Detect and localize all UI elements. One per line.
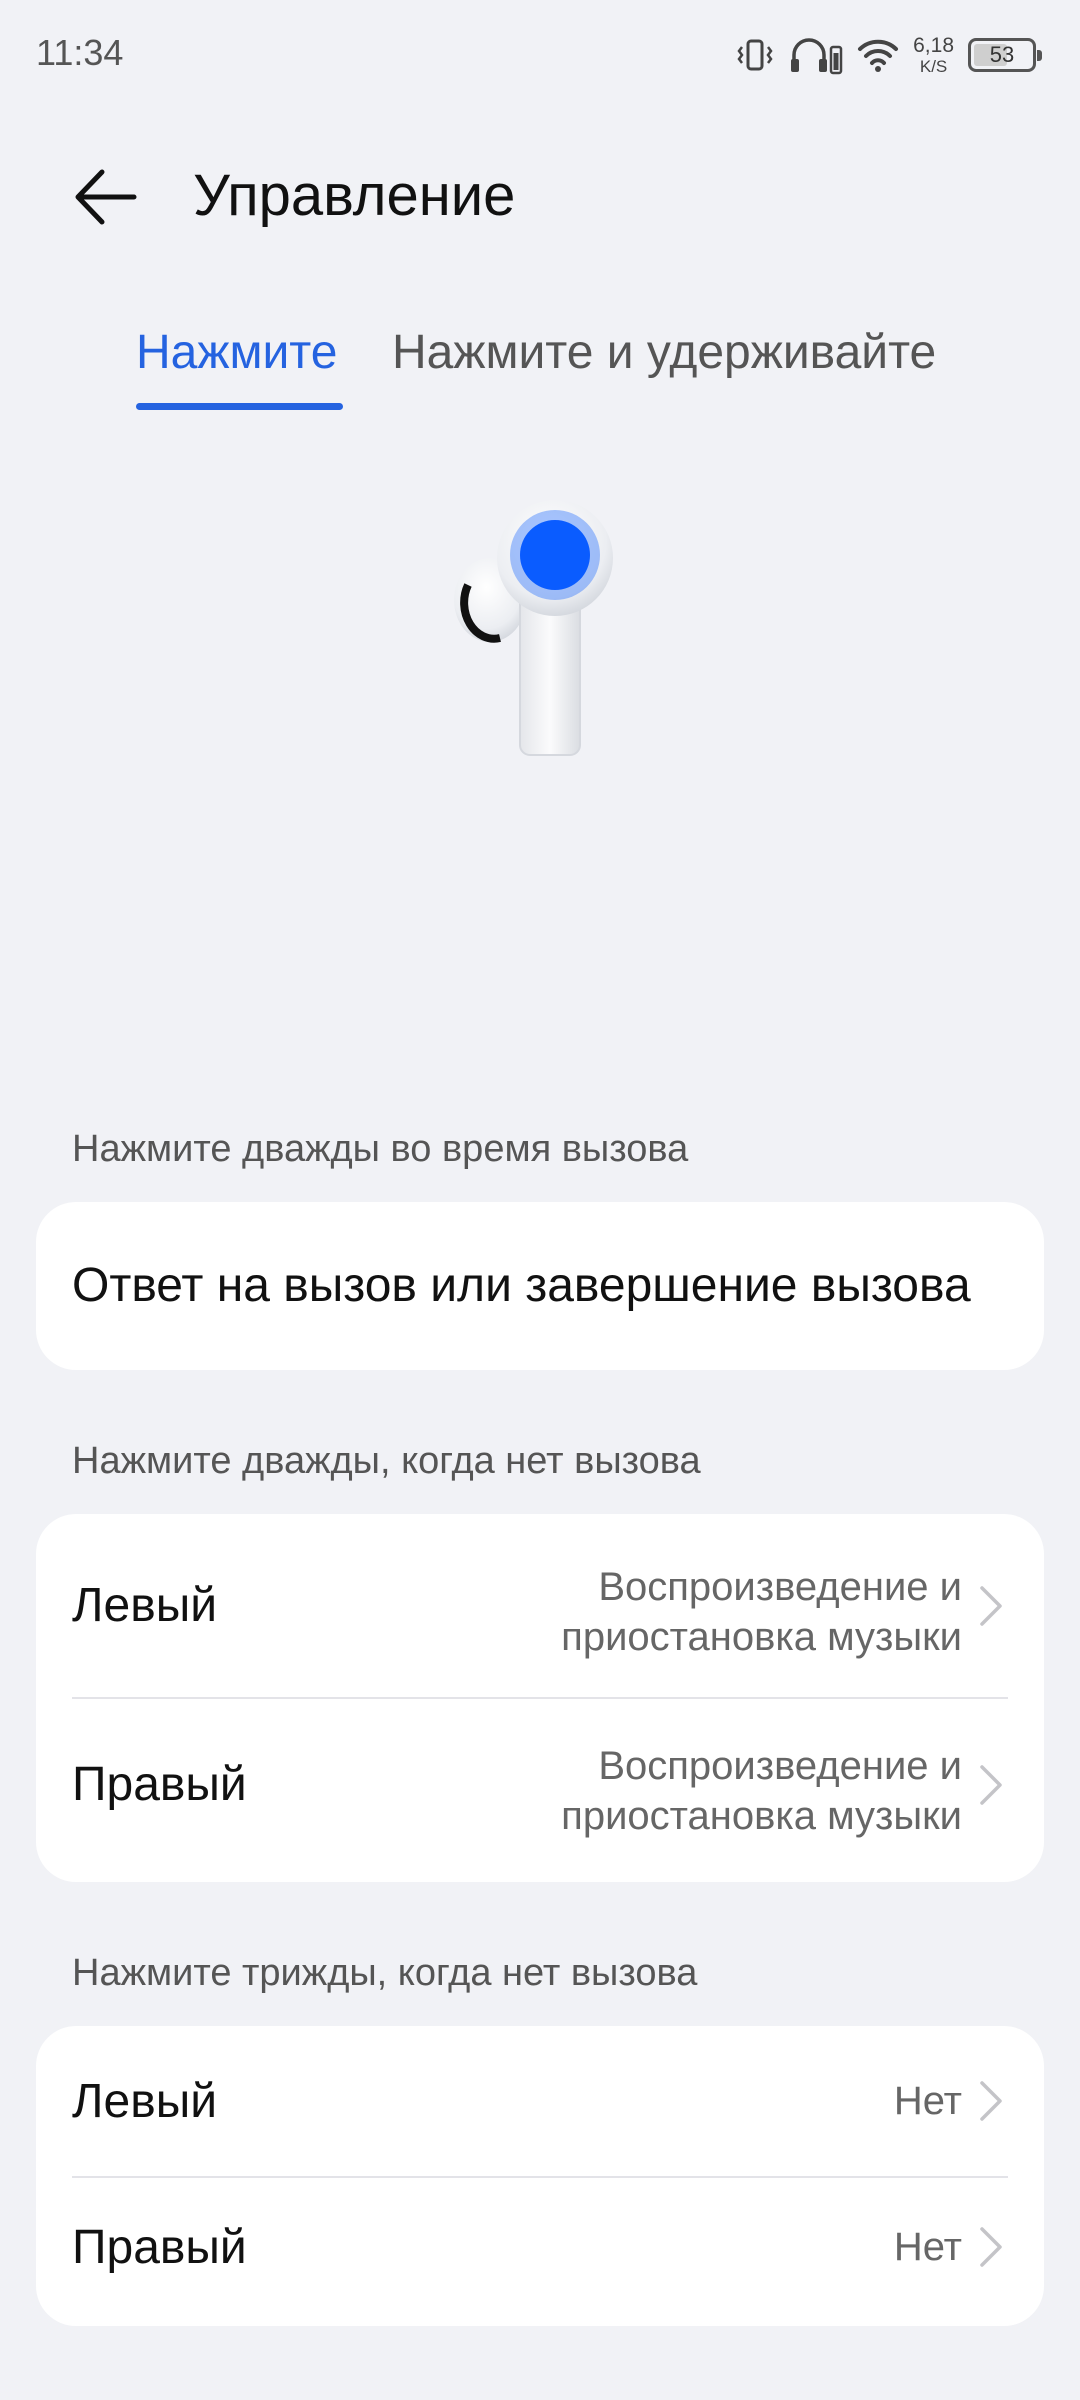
row-title: Правый — [72, 1758, 247, 1811]
chevron-right-icon — [980, 1586, 1002, 1626]
section-label-triple-tap-no-call: Нажмите трижды, когда нет вызова — [72, 1952, 698, 1994]
earbud-illustration — [440, 490, 640, 770]
chevron-right-icon — [980, 2081, 1002, 2121]
tab-press[interactable]: Нажмите — [136, 325, 337, 380]
row-value: Воспроизведение и приостановка музыки — [561, 1741, 962, 1841]
row-value-line2: приостановка музыки — [561, 1615, 962, 1659]
tab-indicator — [136, 403, 343, 410]
battery-icon: 53 — [968, 38, 1042, 72]
list-item-call-action[interactable]: Ответ на вызов или завершение вызова — [36, 1202, 1044, 1370]
net-speed: 6,18 K/S — [913, 35, 954, 75]
list-item-triple-right[interactable]: Правый Нет — [36, 2178, 1044, 2326]
row-value-line1: Воспроизведение и — [598, 1744, 962, 1788]
row-title: Левый — [72, 2075, 218, 2128]
page-title: Управление — [193, 163, 516, 228]
tab-bar: Нажмите Нажмите и удерживайте — [0, 325, 1080, 415]
section-label-double-tap-no-call: Нажмите дважды, когда нет вызова — [72, 1440, 701, 1482]
row-title: Левый — [72, 1579, 218, 1632]
row-value: Нет — [893, 2225, 962, 2269]
status-bar: 11:34 6,18 K/S 53 — [0, 0, 1080, 110]
row-title: Ответ на вызов или завершение вызова — [72, 1259, 971, 1312]
vibrate-icon — [735, 37, 775, 73]
back-button[interactable] — [60, 152, 150, 242]
status-time: 11:34 — [36, 32, 124, 73]
triple-tap-no-call-card: Левый Нет Правый Нет — [36, 2026, 1044, 2326]
list-item-triple-left[interactable]: Левый Нет — [36, 2026, 1044, 2176]
tab-press-and-hold[interactable]: Нажмите и удерживайте — [392, 325, 936, 380]
chevron-right-icon — [980, 1765, 1002, 1805]
double-tap-call-card: Ответ на вызов или завершение вызова — [36, 1202, 1044, 1370]
row-value-line1: Воспроизведение и — [598, 1565, 962, 1609]
app-header: Управление — [0, 140, 1080, 250]
row-title: Правый — [72, 2221, 247, 2274]
double-tap-no-call-card: Левый Воспроизведение и приостановка муз… — [36, 1514, 1044, 1882]
row-value: Воспроизведение и приостановка музыки — [561, 1562, 962, 1662]
net-speed-unit: K/S — [919, 57, 948, 76]
status-icons: 6,18 K/S 53 — [735, 30, 1042, 80]
chevron-right-icon — [980, 2227, 1002, 2267]
headphones-battery-icon — [789, 35, 843, 75]
section-label-double-tap-call: Нажмите дважды во время вызова — [72, 1128, 689, 1170]
net-speed-value: 6,18 — [913, 34, 954, 57]
battery-level: 53 — [989, 42, 1015, 67]
list-item-double-left[interactable]: Левый Воспроизведение и приостановка муз… — [36, 1514, 1044, 1697]
row-value: Нет — [893, 2079, 962, 2123]
list-item-double-right[interactable]: Правый Воспроизведение и приостановка му… — [36, 1699, 1044, 1882]
arrow-left-icon — [75, 169, 137, 225]
row-value-line2: приостановка музыки — [561, 1794, 962, 1838]
wifi-icon — [857, 37, 899, 73]
